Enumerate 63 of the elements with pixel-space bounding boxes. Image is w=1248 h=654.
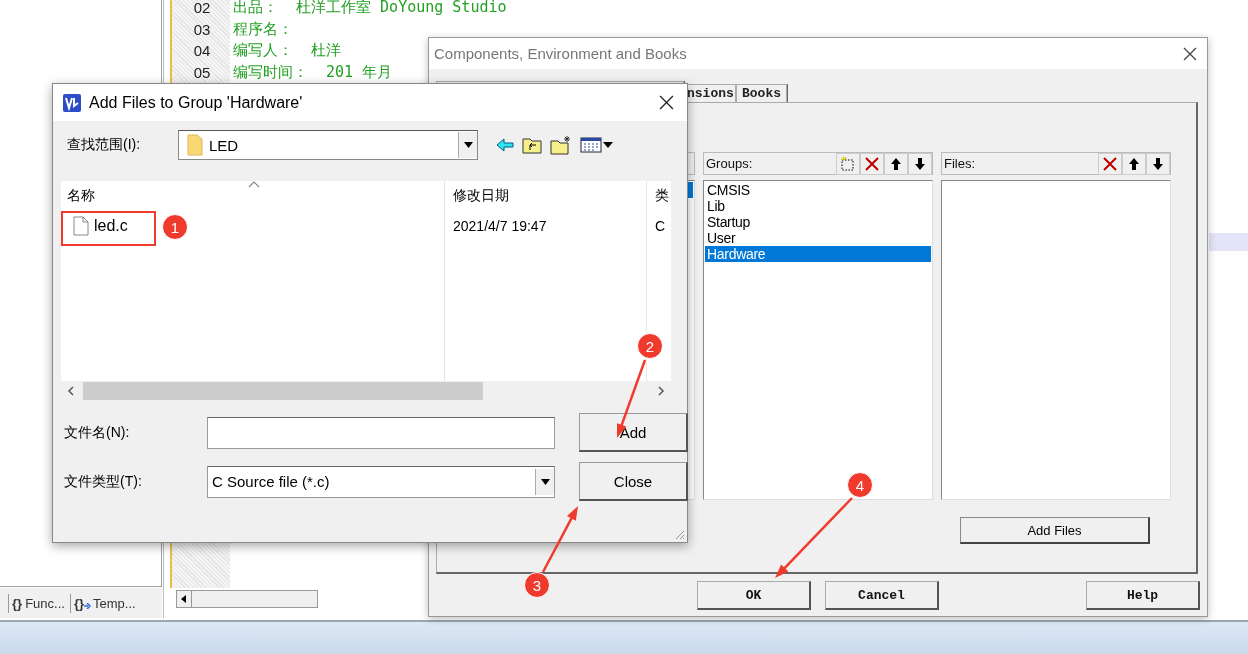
dialog-button[interactable]: Cancel: [825, 581, 939, 610]
file-name-label: 文件名(N):: [64, 423, 131, 442]
code-comment: 编写时间： 201 年月: [233, 62, 393, 82]
scroll-right-icon[interactable]: [655, 385, 667, 397]
folder-up-icon[interactable]: [522, 136, 542, 154]
dialog-button[interactable]: OK: [697, 581, 811, 610]
code-comment: 程序名：: [233, 19, 293, 39]
arrow-icon: [84, 603, 91, 609]
move-up-icon[interactable]: [1122, 152, 1146, 175]
back-arrow-icon[interactable]: [496, 138, 514, 152]
group-item[interactable]: Hardware: [705, 246, 931, 262]
group-item[interactable]: Startup: [705, 214, 931, 230]
group-item[interactable]: Lib: [705, 198, 931, 214]
window-title: Components, Environment and Books: [434, 45, 688, 62]
close-button[interactable]: Close: [579, 462, 688, 501]
table-cell: C: [655, 218, 666, 234]
file-name-field[interactable]: [207, 416, 555, 449]
code-comment: 出品： 杜洋工作室 DoYoung Studio: [233, 0, 507, 18]
panel-tab[interactable]: {} Func...: [8, 593, 68, 613]
column-header[interactable]: 修改日期: [453, 187, 509, 205]
file-item[interactable]: led.c: [67, 214, 134, 238]
move-down-icon[interactable]: [1146, 152, 1170, 175]
caret-icon[interactable]: [540, 478, 550, 485]
new-item-icon[interactable]: [836, 152, 860, 175]
sort-caret-icon: [248, 181, 260, 188]
new-folder-icon[interactable]: [550, 135, 572, 155]
line-number: 03: [192, 20, 212, 38]
app-logo-icon: [63, 93, 81, 112]
close-icon[interactable]: [659, 95, 674, 110]
folder-icon: [187, 134, 203, 156]
look-in-label: 查找范围(I):: [67, 136, 142, 154]
caret-icon[interactable]: [463, 142, 473, 148]
look-in-dropdown[interactable]: LED: [178, 130, 478, 160]
delete-icon[interactable]: [860, 152, 884, 175]
file-icon: [73, 216, 89, 236]
move-down-icon[interactable]: [908, 152, 932, 175]
add-files-button[interactable]: Add Files: [960, 517, 1150, 544]
horizontal-scrollbar[interactable]: [176, 590, 318, 608]
groups-label: Groups:: [706, 156, 753, 171]
annotation-arrow: [541, 506, 578, 573]
files-label: Files:: [944, 156, 976, 171]
line-number: 05: [192, 63, 212, 81]
line-number: 04: [192, 42, 212, 60]
column-header[interactable]: 类: [655, 187, 669, 205]
code-comment: 编写人： 杜洋: [233, 41, 342, 61]
window-title: Add Files to Group 'Hardware': [89, 93, 304, 112]
scroll-left-icon[interactable]: [65, 385, 77, 397]
group-item[interactable]: User: [705, 230, 931, 246]
line-number: 02: [192, 0, 212, 17]
file-type-dropdown[interactable]: C Source file (*.c): [207, 465, 555, 498]
table-cell: 2021/4/7 19:47: [453, 218, 547, 234]
tab[interactable]: Books: [736, 84, 787, 102]
add-button[interactable]: Add: [579, 413, 688, 452]
close-icon[interactable]: [1183, 46, 1197, 61]
delete-icon[interactable]: [1098, 152, 1122, 175]
dialog-button[interactable]: Help: [1086, 581, 1200, 610]
group-item[interactable]: CMSIS: [705, 182, 931, 198]
move-up-icon[interactable]: [884, 152, 908, 175]
file-type-label: 文件类型(T):: [64, 472, 143, 491]
column-header[interactable]: 名称: [67, 187, 95, 205]
view-menu-icon[interactable]: [580, 137, 614, 153]
resize-grip-icon[interactable]: [673, 528, 685, 540]
panel-tab[interactable]: {} Temp...: [69, 593, 139, 613]
